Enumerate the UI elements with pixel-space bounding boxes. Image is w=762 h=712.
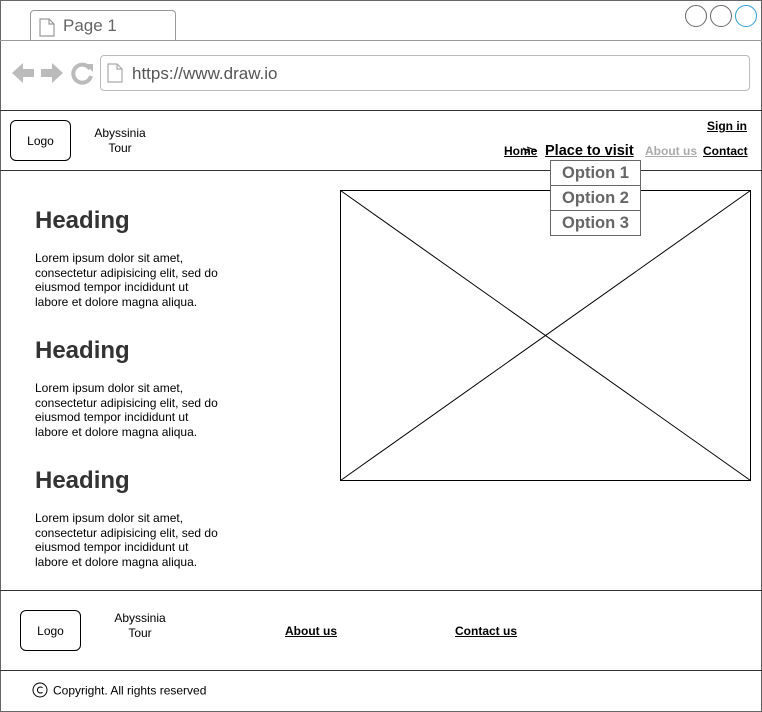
section-heading: Heading	[35, 337, 130, 364]
copyright-text: Copyright. All rights reserved	[53, 683, 207, 698]
reload-icon[interactable]	[71, 61, 95, 90]
footer-logo-label: Logo	[37, 623, 64, 638]
section-heading: Heading	[35, 467, 130, 494]
tab-divider	[0, 40, 762, 41]
url-text: https://www.draw.io	[132, 64, 278, 83]
dropdown-option-3[interactable]: Option 3	[550, 210, 641, 236]
footer-top-divider	[0, 590, 762, 591]
footer-logo[interactable]: Logo	[20, 610, 81, 651]
page-icon	[107, 63, 123, 88]
header-logo[interactable]: Logo	[10, 120, 71, 161]
place-to-visit-dropdown: Option 1 Option 2 Option 3	[550, 160, 641, 236]
header-top-divider	[0, 110, 762, 111]
address-bar[interactable]: https://www.draw.io	[100, 55, 750, 91]
dropdown-option-1[interactable]: Option 1	[550, 160, 641, 186]
footer-about-us-link[interactable]: About us	[285, 624, 337, 638]
copyright-notice: Copyright. All rights reserved	[32, 682, 206, 701]
forward-arrow-icon[interactable]	[40, 61, 64, 90]
sign-in-link[interactable]: Sign in	[707, 119, 747, 133]
page-icon	[39, 18, 55, 42]
footer-bottom-divider	[0, 670, 762, 671]
section-text: Lorem ipsum dolor sit amet, consectetur …	[35, 511, 218, 569]
section-heading: Heading	[35, 207, 130, 234]
copyright-icon	[32, 682, 48, 701]
image-placeholder	[340, 190, 751, 481]
nav-place-to-visit-link[interactable]: Place to visit	[545, 143, 634, 159]
window-button-3[interactable]	[735, 5, 757, 27]
browser-tab[interactable]: Page 1	[30, 10, 176, 41]
footer-site-name-text: Abyssinia Tour	[114, 611, 166, 640]
header-site-name: Abyssinia Tour	[80, 126, 160, 156]
footer-site-name: Abyssinia Tour	[100, 611, 180, 641]
tab-title: Page 1	[63, 16, 117, 35]
section-text: Lorem ipsum dolor sit amet, consectetur …	[35, 381, 218, 439]
header-logo-label: Logo	[27, 133, 54, 148]
nav-contact-link[interactable]: Contact	[703, 144, 748, 158]
window-button-1[interactable]	[685, 5, 707, 27]
dropdown-option-2[interactable]: Option 2	[550, 185, 641, 211]
back-arrow-icon[interactable]	[11, 61, 35, 90]
window-button-2[interactable]	[710, 5, 732, 27]
cursor-icon	[522, 144, 538, 162]
nav-about-us-link[interactable]: About us	[645, 144, 697, 158]
header-bottom-divider	[0, 170, 762, 171]
section-text: Lorem ipsum dolor sit amet, consectetur …	[35, 251, 218, 309]
header-site-name-text: Abyssinia Tour	[94, 126, 146, 155]
footer-contact-us-link[interactable]: Contact us	[455, 624, 517, 638]
